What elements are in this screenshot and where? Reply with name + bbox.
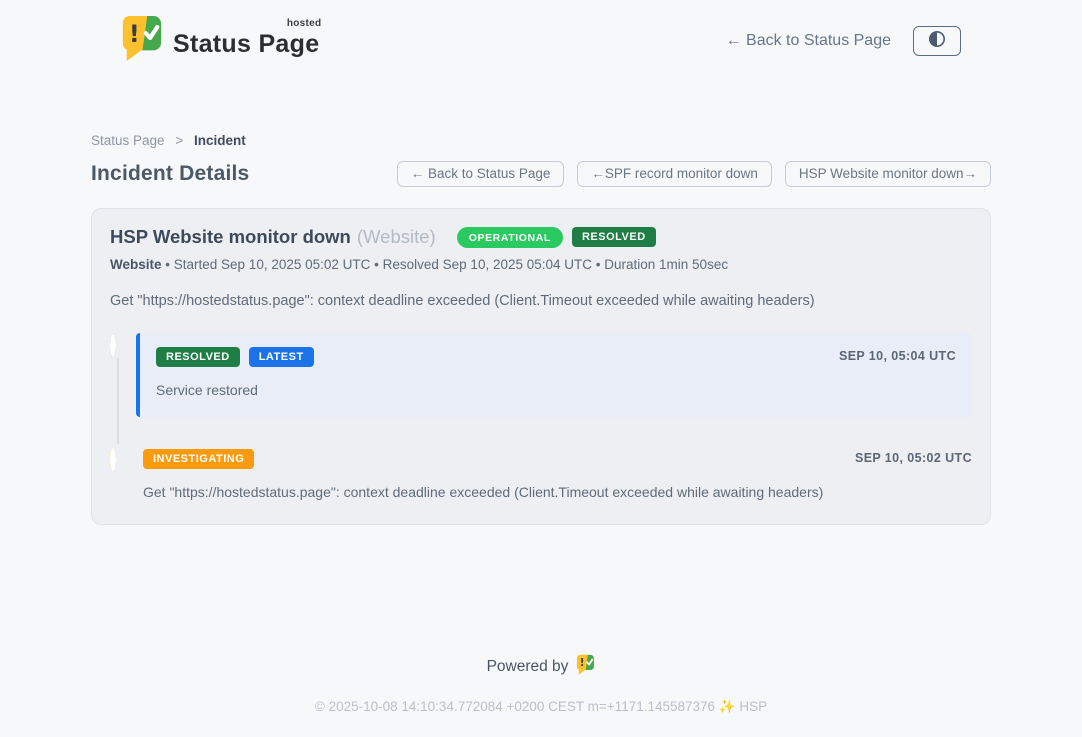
orange-dot-icon bbox=[110, 448, 116, 471]
incident-meta: Website • Started Sep 10, 2025 05:02 UTC… bbox=[110, 257, 972, 272]
powered-by: Powered by ! bbox=[0, 654, 1082, 680]
breadcrumb-root[interactable]: Status Page bbox=[91, 133, 165, 148]
incident-monitor-name: Website bbox=[110, 257, 162, 272]
green-dot-icon bbox=[110, 334, 116, 357]
timeline-timestamp: SEP 10, 05:02 UTC bbox=[855, 451, 972, 465]
incident-description: Get "https://hostedstatus.page": context… bbox=[110, 293, 972, 309]
timeline-message: Service restored bbox=[156, 382, 956, 398]
powered-by-label: Powered by bbox=[487, 658, 569, 676]
incident-title: HSP Website monitor down bbox=[110, 226, 351, 248]
main-content: Status Page > Incident Incident Details … bbox=[91, 77, 991, 525]
timeline-entry-resolved: RESOLVED LATEST SEP 10, 05:04 UTC Servic… bbox=[110, 333, 972, 417]
breadcrumb: Status Page > Incident bbox=[91, 133, 991, 148]
incident-resolved: • Resolved Sep 10, 2025 05:04 UTC bbox=[374, 257, 592, 272]
incident-card: HSP Website monitor down (Website) OPERA… bbox=[91, 208, 991, 525]
prev-incident-button[interactable]: ←SPF record monitor down bbox=[577, 161, 772, 187]
timeline-card-investigating: INVESTIGATING SEP 10, 05:02 UTC Get "htt… bbox=[136, 447, 972, 500]
page-title: Incident Details bbox=[91, 162, 249, 186]
next-incident-button[interactable]: HSP Website monitor down→ bbox=[785, 161, 991, 187]
incident-nav-buttons: ← Back to Status Page ←SPF record monito… bbox=[397, 161, 991, 187]
incident-started: • Started Sep 10, 2025 05:02 UTC bbox=[165, 257, 370, 272]
logo-hosted-label: hosted bbox=[287, 18, 322, 29]
timeline-card-latest: RESOLVED LATEST SEP 10, 05:04 UTC Servic… bbox=[136, 333, 972, 417]
timeline-message: Get "https://hostedstatus.page": context… bbox=[143, 484, 972, 500]
timeline-entry-investigating: INVESTIGATING SEP 10, 05:02 UTC Get "htt… bbox=[110, 447, 972, 500]
back-to-status-page-button[interactable]: ← Back to Status Page bbox=[397, 161, 565, 187]
operational-status-badge: OPERATIONAL bbox=[457, 227, 563, 248]
svg-text:!: ! bbox=[580, 657, 585, 669]
incident-scope: (Website) bbox=[357, 226, 436, 248]
incident-timeline: RESOLVED LATEST SEP 10, 05:04 UTC Servic… bbox=[110, 333, 972, 500]
half-moon-contrast-icon bbox=[928, 30, 946, 51]
copyright-text: © 2025-10-08 14:10:34.772084 +0200 CEST … bbox=[0, 699, 1082, 715]
timeline-resolved-badge: RESOLVED bbox=[156, 347, 240, 367]
page-header: ! Status Page hosted ← Back to Status Pa… bbox=[0, 0, 1082, 77]
resolved-status-badge: RESOLVED bbox=[572, 227, 656, 247]
logo-text: Status Page hosted bbox=[173, 22, 319, 59]
timeline-investigating-badge: INVESTIGATING bbox=[143, 449, 254, 469]
breadcrumb-current: Incident bbox=[194, 133, 246, 148]
theme-toggle-button[interactable] bbox=[913, 26, 961, 56]
logo-bubble-mini-icon[interactable]: ! bbox=[576, 654, 595, 680]
app-logo[interactable]: ! Status Page hosted bbox=[121, 14, 319, 67]
header-back-link[interactable]: ← Back to Status Page bbox=[726, 32, 891, 50]
page-footer: Powered by ! © 2025-10-08 14:10:34.77208… bbox=[0, 654, 1082, 737]
timeline-latest-badge: LATEST bbox=[249, 347, 314, 367]
timeline-rail bbox=[110, 333, 126, 417]
logo-bubble-icon: ! bbox=[121, 14, 163, 67]
breadcrumb-separator: > bbox=[175, 133, 183, 148]
svg-text:!: ! bbox=[129, 20, 140, 48]
timeline-timestamp: SEP 10, 05:04 UTC bbox=[839, 349, 956, 363]
incident-duration: • Duration 1min 50sec bbox=[596, 257, 728, 272]
timeline-rail bbox=[110, 447, 126, 500]
